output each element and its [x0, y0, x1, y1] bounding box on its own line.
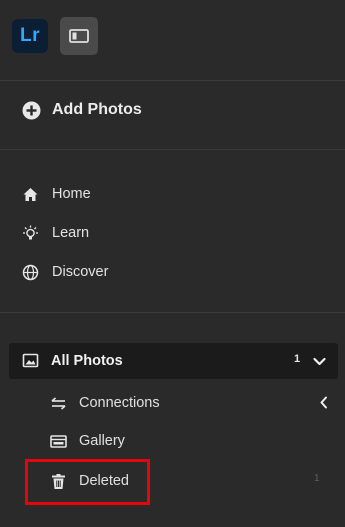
- add-photos-button[interactable]: Add Photos: [22, 97, 142, 123]
- gallery-item[interactable]: Gallery: [50, 430, 125, 452]
- gallery-icon: [50, 433, 67, 450]
- all-photos-item[interactable]: All Photos 1: [9, 343, 338, 379]
- all-photos-count: 1: [294, 353, 301, 365]
- chevron-down-icon[interactable]: [311, 353, 328, 370]
- connections-label: Connections: [79, 395, 160, 411]
- all-photos-label: All Photos: [51, 353, 123, 369]
- chevron-left-icon[interactable]: [315, 394, 332, 411]
- nav-item-label: Discover: [52, 264, 109, 280]
- gallery-label: Gallery: [79, 433, 125, 449]
- divider-middle: [0, 149, 345, 150]
- divider-bottom: [0, 312, 345, 313]
- globe-icon: [22, 264, 39, 281]
- add-circle-icon: [22, 101, 41, 120]
- photo-icon: [22, 352, 39, 369]
- logo-text: Lr: [20, 25, 40, 46]
- add-photos-label: Add Photos: [52, 101, 142, 118]
- deleted-count: 1: [314, 473, 320, 484]
- sidebar-panel: Lr Add Photos Home Learn Discover All Ph…: [0, 0, 345, 527]
- swap-arrows-icon: [50, 395, 67, 412]
- lightroom-logo: Lr: [12, 19, 48, 53]
- divider-top: [0, 80, 345, 81]
- panel-layout-icon: [68, 27, 90, 45]
- connections-item[interactable]: Connections: [50, 392, 160, 414]
- nav-item-learn[interactable]: Learn: [22, 222, 89, 244]
- highlight-box: [25, 459, 150, 505]
- nav-item-home[interactable]: Home: [22, 183, 91, 205]
- nav-item-label: Home: [52, 186, 91, 202]
- lightbulb-icon: [22, 225, 39, 242]
- home-icon: [22, 186, 39, 203]
- nav-item-discover[interactable]: Discover: [22, 261, 108, 283]
- sidebar-toggle-button[interactable]: [60, 17, 98, 55]
- nav-item-label: Learn: [52, 225, 90, 241]
- top-bar: Lr: [0, 0, 345, 80]
